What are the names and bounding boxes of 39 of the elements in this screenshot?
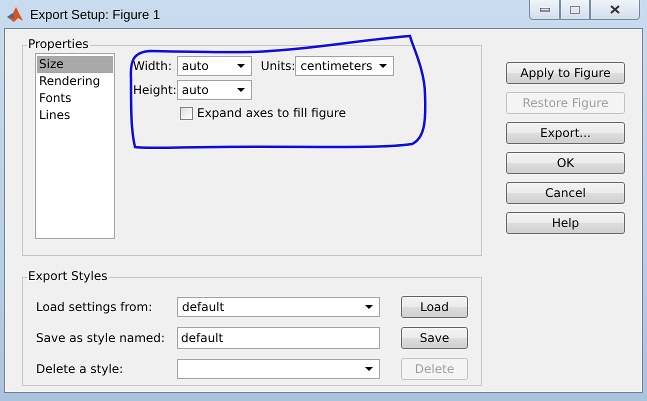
group-title: Properties (27, 37, 90, 51)
category-item[interactable]: Fonts (37, 90, 113, 107)
style-dropdown[interactable]: default (177, 297, 380, 317)
style-button[interactable]: Save (401, 327, 468, 349)
window-title: Export Setup: Figure 1 (30, 6, 160, 22)
minimize-button[interactable] (529, 0, 560, 20)
checkbox-label: Expand axes to fill figure (197, 106, 346, 120)
close-button[interactable] (590, 0, 640, 20)
dropdown-arrow-icon (236, 64, 245, 68)
maximize-icon (570, 6, 580, 14)
style-name-field[interactable]: default (177, 327, 380, 349)
checkbox[interactable] (180, 106, 193, 120)
app-logo-icon (6, 6, 24, 22)
minimize-icon (540, 8, 550, 12)
dropdown-arrow-icon (365, 305, 373, 309)
field-label: Delete a style: (36, 362, 124, 376)
field-label: Load settings from: (36, 300, 154, 314)
close-icon (610, 5, 620, 14)
width-dropdown[interactable]: auto (176, 56, 252, 76)
category-item[interactable]: Size (37, 56, 113, 73)
field-label: Height: (133, 83, 177, 97)
action-button[interactable]: Help (506, 212, 625, 234)
dropdown-arrow-icon (365, 367, 373, 371)
style-dropdown[interactable] (177, 359, 380, 379)
category-item[interactable]: Lines (37, 107, 113, 124)
action-button[interactable]: OK (506, 152, 625, 174)
action-button[interactable]: Apply to Figure (506, 62, 625, 84)
style-button[interactable]: Load (401, 296, 468, 318)
field-label: Units: (260, 59, 296, 73)
dropdown-arrow-icon (236, 88, 245, 92)
height-dropdown[interactable]: auto (176, 80, 252, 100)
category-item[interactable]: Rendering (37, 73, 113, 90)
group-title: Export Styles (27, 269, 108, 283)
field-label: Width: (133, 59, 173, 73)
action-button[interactable]: Export... (506, 122, 625, 144)
field-label: Save as style named: (36, 331, 166, 345)
action-button[interactable]: Cancel (506, 182, 625, 204)
units-dropdown[interactable]: centimeters (295, 56, 394, 76)
dropdown-arrow-icon (379, 64, 388, 68)
